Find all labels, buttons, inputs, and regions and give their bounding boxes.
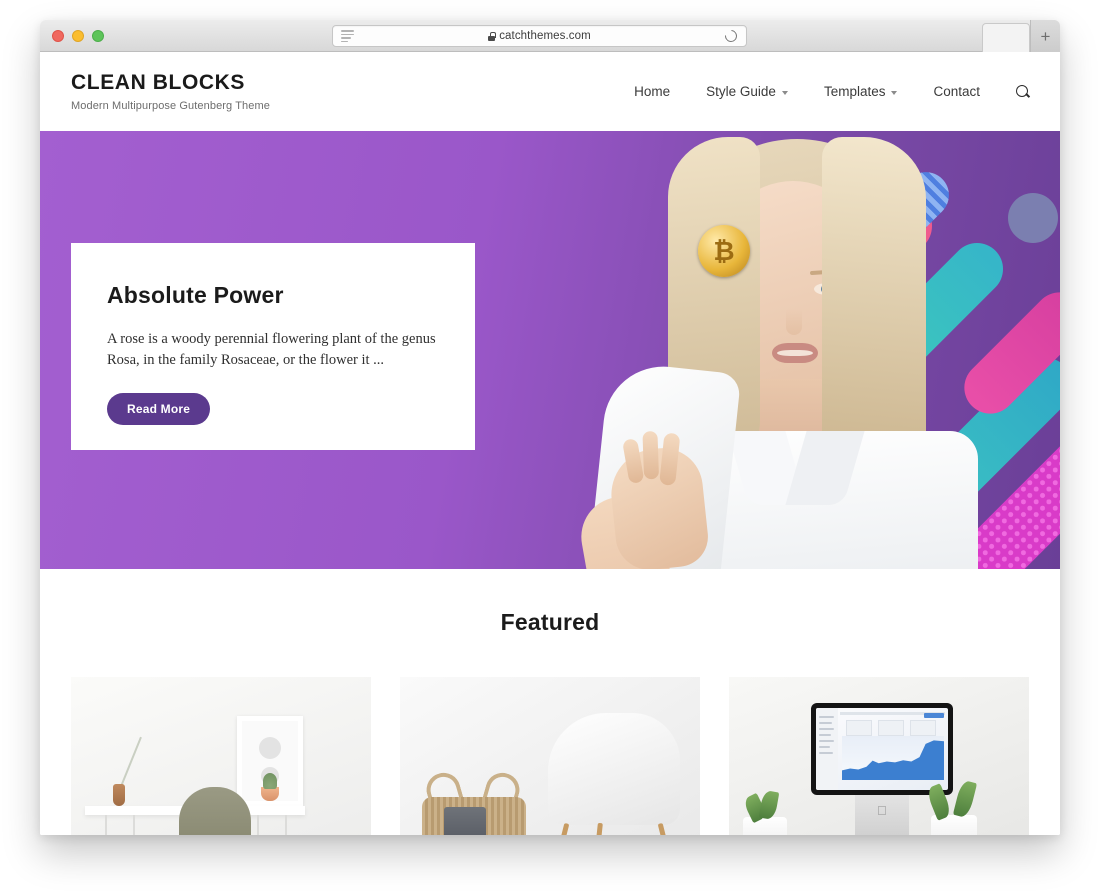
reader-view-icon[interactable] (341, 30, 354, 42)
hero-section: ₿ Absolute Power A rose is a woody peren… (40, 131, 1060, 569)
card-3-screen-button (924, 713, 944, 718)
card-3-plant-left (743, 817, 787, 835)
address-bar[interactable]: catchthemes.com (332, 25, 747, 47)
nav-label-style-guide: Style Guide (706, 84, 776, 99)
nav-item-style-guide[interactable]: Style Guide (688, 84, 806, 99)
page-viewport: CLEAN BLOCKS Modern Multipurpose Gutenbe… (40, 52, 1060, 835)
main-navigation: Home Style Guide Templates Contact (616, 84, 1029, 99)
hero-description: A rose is a woody perennial flowering pl… (107, 331, 436, 368)
featured-section: Featured (40, 569, 1060, 835)
featured-card-3[interactable]:  (729, 677, 1029, 835)
shape-grey-circle (1008, 193, 1058, 243)
search-icon (1016, 85, 1029, 98)
nav-label-contact: Contact (933, 84, 980, 99)
finger-index (659, 432, 681, 486)
featured-card-2[interactable] (400, 677, 700, 835)
lips (772, 343, 818, 363)
hero-person-illustration: ₿ (575, 131, 990, 569)
hero-heading: Absolute Power (107, 282, 284, 308)
card-3-analytics-chart (842, 736, 944, 780)
site-title: CLEAN BLOCKS (71, 71, 246, 95)
search-toggle-button[interactable] (998, 85, 1029, 98)
card-1-potted-plant (261, 773, 279, 801)
new-tab-button[interactable]: + (1030, 20, 1060, 52)
browser-window: catchthemes.com + CLEAN BLOCKS Modern Mu… (40, 20, 1060, 835)
nav-label-templates: Templates (823, 84, 886, 99)
close-window-button[interactable] (52, 29, 64, 42)
card-1-vase (113, 784, 125, 806)
maximize-window-button[interactable] (92, 29, 104, 42)
site-header: CLEAN BLOCKS Modern Multipurpose Gutenbe… (40, 52, 1060, 131)
bitcoin-coin: ₿ (698, 225, 750, 277)
chevron-down-icon (781, 90, 788, 95)
lock-icon (488, 31, 496, 41)
browser-titlebar: catchthemes.com + (40, 20, 1060, 52)
featured-cards:  (40, 636, 1060, 835)
address-bar-text: catchthemes.com (333, 30, 746, 42)
read-more-button[interactable]: Read More (107, 393, 211, 426)
card-2-grey-throw (444, 807, 486, 835)
nav-item-contact[interactable]: Contact (915, 84, 998, 99)
apple-logo-icon:  (877, 803, 887, 818)
url-text: catchthemes.com (499, 30, 591, 42)
chevron-down-icon (891, 90, 898, 95)
finger-ring (622, 438, 645, 485)
nose (786, 309, 802, 335)
site-tagline: Modern Multipurpose Gutenberg Theme (71, 99, 270, 112)
featured-card-1[interactable] (71, 677, 371, 835)
hero-content-card: Absolute Power A rose is a woody perenni… (71, 243, 475, 450)
card-3-screen (816, 708, 948, 790)
minimize-window-button[interactable] (72, 29, 84, 42)
browser-tab[interactable] (982, 23, 1030, 52)
window-controls (40, 29, 104, 42)
raised-arm-sleeve (575, 360, 742, 569)
card-3-imac-monitor (811, 703, 953, 795)
hero-image: ₿ (480, 131, 1060, 569)
finger-middle (642, 430, 660, 480)
card-2-chair-seat (548, 713, 680, 825)
nav-label-home: Home (634, 84, 671, 99)
nav-item-home[interactable]: Home (616, 84, 688, 99)
featured-title: Featured (500, 609, 600, 635)
hand (606, 430, 711, 569)
site-branding[interactable]: CLEAN BLOCKS Modern Multipurpose Gutenbe… (71, 71, 270, 111)
nav-item-templates[interactable]: Templates (806, 84, 916, 99)
